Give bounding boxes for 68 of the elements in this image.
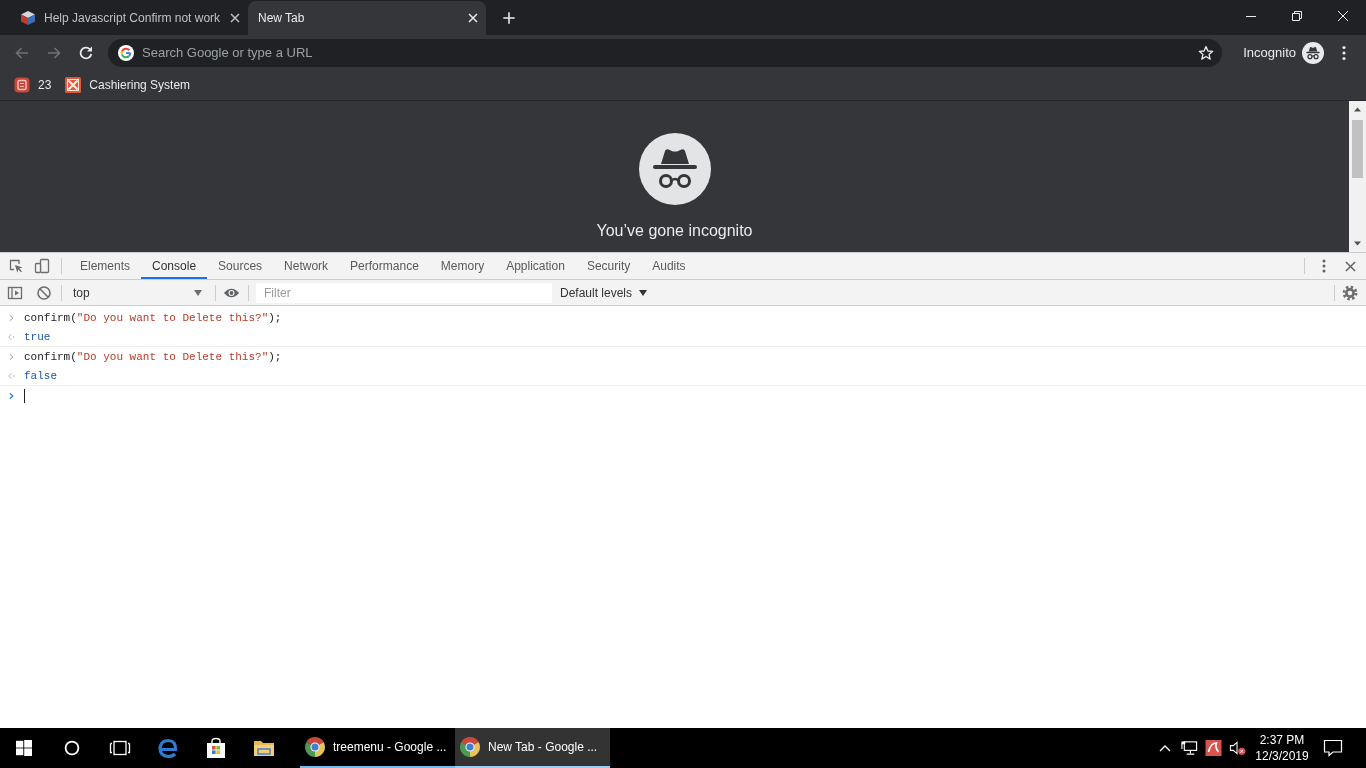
chrome-logo-icon xyxy=(305,737,325,757)
chevron-up-icon[interactable] xyxy=(1159,744,1171,752)
console-command: confirm("Do you want to Delete this?"); xyxy=(24,350,282,363)
console-command: confirm("Do you want to Delete this?"); xyxy=(24,311,282,324)
clock-time[interactable]: 2:37 PM xyxy=(1259,732,1305,748)
devtools-tab[interactable]: Application xyxy=(495,253,576,279)
menu-icon[interactable] xyxy=(1322,259,1326,273)
network-icon[interactable] xyxy=(1180,740,1198,756)
speaker-muted-icon[interactable] xyxy=(1228,740,1246,756)
g-logo-icon xyxy=(118,44,134,61)
devtools-tab[interactable]: Performance xyxy=(339,253,430,279)
taskbar-window-button[interactable]: New Tab - Google ... xyxy=(455,728,610,768)
hat-and-glasses-icon xyxy=(638,133,711,205)
clear-icon[interactable] xyxy=(36,284,52,301)
chrome-logo-icon xyxy=(460,737,480,757)
device-icon[interactable] xyxy=(34,258,50,274)
reload-icon[interactable] xyxy=(78,44,94,61)
clock-date[interactable]: 12/3/2019 xyxy=(1255,748,1309,764)
menu-icon[interactable] xyxy=(1342,44,1346,61)
filter-field[interactable]: Filter xyxy=(256,282,552,303)
e-logo-icon[interactable] xyxy=(157,737,179,759)
devtools-tab[interactable]: Audits xyxy=(641,253,697,279)
caret-icon xyxy=(194,289,202,296)
bookmark-item[interactable]: Cashiering System xyxy=(59,73,197,97)
scrollbar[interactable] xyxy=(1349,101,1366,252)
console-result: false xyxy=(24,369,57,382)
cube-icon xyxy=(20,10,36,26)
devtools-tab[interactable]: Elements xyxy=(69,253,142,279)
devtools-tab[interactable]: Memory xyxy=(429,253,496,279)
devtools-tab[interactable]: Sources xyxy=(207,253,274,279)
shopping-bag-icon[interactable] xyxy=(205,737,227,759)
bookmark-item[interactable]: 23 xyxy=(8,73,58,97)
context-select[interactable]: top xyxy=(65,280,212,305)
x-tile-icon xyxy=(65,77,82,93)
plus-icon[interactable] xyxy=(502,10,516,25)
task-view-icon[interactable] xyxy=(109,740,131,756)
tile-icon xyxy=(14,77,30,93)
circle-icon[interactable] xyxy=(64,740,80,756)
levels-dropdown[interactable]: Default levels xyxy=(556,280,652,305)
profile-button[interactable]: Incognito xyxy=(1234,38,1328,67)
page-heading: You’ve gone incognito xyxy=(596,221,753,241)
devtools-tab[interactable]: Console xyxy=(141,253,208,279)
address-bar[interactable]: Search Google or type a URL xyxy=(108,38,1223,67)
windows-logo-icon[interactable] xyxy=(16,740,32,756)
browser-tab[interactable]: New Tab xyxy=(248,1,486,35)
address-field[interactable]: Search Google or type a URL xyxy=(142,42,1191,63)
close-icon[interactable] xyxy=(230,13,240,23)
star-icon[interactable] xyxy=(1198,44,1215,61)
browser-tab[interactable]: Help Javascript Confirm not work xyxy=(10,1,248,35)
console-result: true xyxy=(24,330,51,343)
sidebar-icon[interactable] xyxy=(7,284,23,301)
text-cursor-icon xyxy=(24,388,25,403)
inspect-icon[interactable] xyxy=(8,258,24,274)
eye-icon[interactable] xyxy=(222,286,240,299)
chevron-right-icon xyxy=(8,313,14,322)
caret-icon xyxy=(639,289,648,296)
hat-and-glasses-icon xyxy=(1302,41,1324,64)
devtools-tab[interactable]: Network xyxy=(273,253,340,279)
arc-tile-icon[interactable] xyxy=(1204,740,1222,756)
chevron-right-icon xyxy=(8,352,14,361)
restore-icon[interactable] xyxy=(1292,11,1302,21)
return-arrow-icon xyxy=(7,332,15,341)
gear-icon[interactable] xyxy=(1342,284,1358,301)
devtools-tab[interactable]: Security xyxy=(575,253,642,279)
chevron-right-icon xyxy=(8,391,14,400)
notification-icon[interactable] xyxy=(1323,739,1343,757)
return-arrow-icon xyxy=(7,371,15,380)
scrollbar-thumb[interactable] xyxy=(1352,120,1363,178)
